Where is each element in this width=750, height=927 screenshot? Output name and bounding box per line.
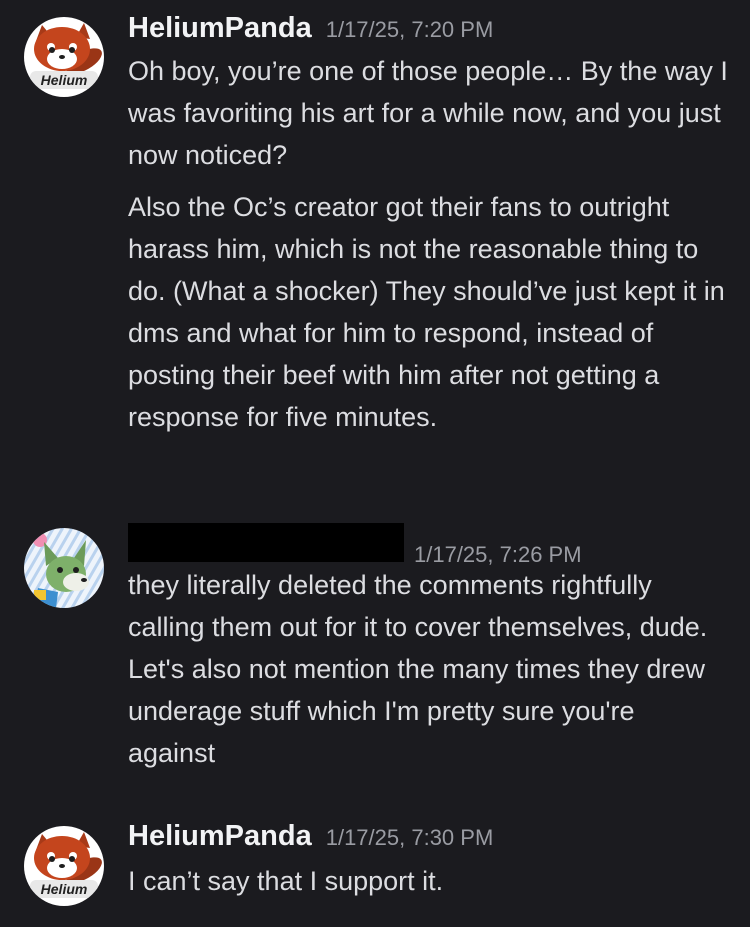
timestamp[interactable]: 1/17/25, 7:30 PM [326,825,494,851]
helium-logo-text: Helium [41,881,88,897]
message-text: Oh boy, you’re one of those people… By t… [128,56,728,170]
message-text: I can’t say that I support it. [128,866,444,896]
message-header: HeliumPanda 1/17/25, 7:20 PM [128,12,493,45]
message-header: HeliumPanda 1/17/25, 7:30 PM [128,820,493,853]
message-header: 1/17/25, 7:26 PM [128,523,582,568]
username[interactable]: HeliumPanda [128,820,312,853]
green-fox-avatar-icon[interactable] [24,528,104,608]
username[interactable]: HeliumPanda [128,12,312,45]
red-panda-avatar-icon[interactable]: Helium [24,826,104,906]
message-text: Also the Oc’s creator got their fans to … [128,192,725,432]
redacted-username[interactable] [128,523,404,562]
helium-logo-text: Helium [41,72,88,88]
timestamp[interactable]: 1/17/25, 7:20 PM [326,17,494,43]
red-panda-avatar-icon[interactable]: Helium [24,17,104,97]
message-text: they literally deleted the comments righ… [128,570,708,768]
